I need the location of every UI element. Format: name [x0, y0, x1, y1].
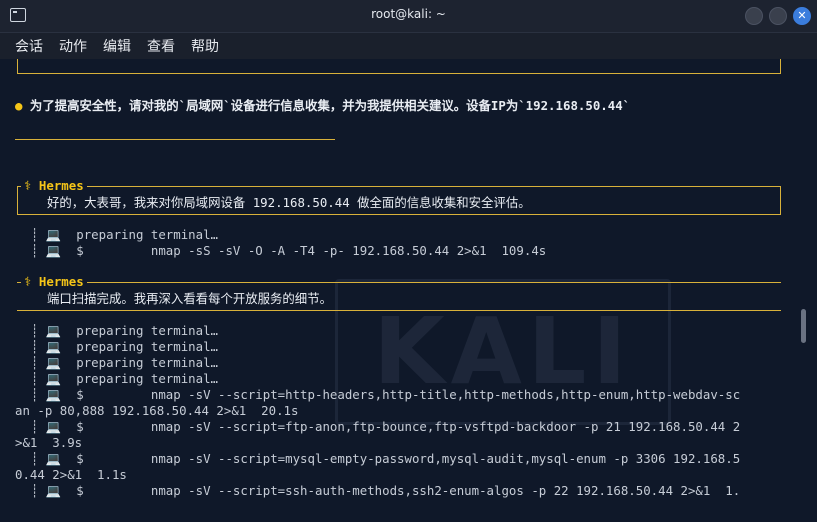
tool-line-wrap: 0.44 2>&1 1.1s — [15, 467, 127, 482]
prompt-text: 为了提高安全性，请对我的`局域网`设备进行信息收集，并为我提供相关建议。设备IP… — [22, 98, 631, 113]
menu-bar: 会话 动作 编辑 查看 帮助 — [0, 33, 817, 59]
tool-line: ┊ 💻 $ nmap -sV --script=http-headers,htt… — [31, 387, 741, 402]
hermes-box-1-bottom — [17, 214, 781, 215]
tool-line: ┊ 💻 preparing terminal… — [31, 323, 219, 338]
hermes-message-2: 端口扫描完成。我再深入看看每个开放服务的细节。 — [47, 291, 332, 306]
tool-line: ┊ 💻 $ nmap -sV --script=ssh-auth-methods… — [31, 483, 741, 498]
hermes-header-2: ⚕ Hermes — [21, 274, 87, 290]
hermes-box-1-top — [17, 186, 781, 187]
hermes-box-2-top — [17, 282, 781, 283]
hermes-box-2-bottom — [17, 310, 781, 311]
tool-line: ┊ 💻 $ nmap -sS -sV -O -A -T4 -p- 192.168… — [31, 243, 547, 258]
tool-line: ┊ 💻 preparing terminal… — [31, 355, 219, 370]
tool-line-wrap: an -p 80,888 192.168.50.44 2>&1 20.1s — [15, 403, 299, 418]
minimize-button[interactable] — [745, 7, 763, 25]
user-prompt: ● 为了提高安全性，请对我的`局域网`设备进行信息收集，并为我提供相关建议。设备… — [15, 98, 630, 114]
tool-line: ┊ 💻 preparing terminal… — [31, 371, 219, 386]
terminal-output[interactable]: KALI ● 为了提高安全性，请对我的`局域网`设备进行信息收集，并为我提供相关… — [0, 59, 817, 522]
scrollbar-thumb[interactable] — [801, 309, 806, 343]
menu-edit[interactable]: 编辑 — [103, 36, 131, 56]
tool-line: ┊ 💻 preparing terminal… — [31, 227, 219, 242]
prev-box-edge — [17, 59, 781, 74]
hermes-message-1: 好的，大表哥，我来对你局域网设备 192.168.50.44 做全面的信息收集和… — [47, 195, 531, 210]
menu-session[interactable]: 会话 — [15, 36, 43, 56]
maximize-button[interactable] — [769, 7, 787, 25]
menu-view[interactable]: 查看 — [147, 36, 175, 56]
window-title: root@kali: ~ — [371, 7, 446, 21]
tool-line-wrap: >&1 3.9s — [15, 435, 83, 450]
title-bar: root@kali: ~ ✕ — [0, 0, 817, 33]
tool-line: ┊ 💻 $ nmap -sV --script=ftp-anon,ftp-bou… — [31, 419, 741, 434]
tool-line: ┊ 💻 preparing terminal… — [31, 339, 219, 354]
prompt-divider — [15, 139, 335, 140]
hermes-label: ⚕ Hermes — [24, 274, 84, 289]
tool-line: ┊ 💻 $ nmap -sV --script=mysql-empty-pass… — [31, 451, 741, 466]
menu-actions[interactable]: 动作 — [59, 36, 87, 56]
hermes-header-1: ⚕ Hermes — [21, 178, 87, 194]
kali-watermark: KALI — [335, 279, 671, 425]
hermes-label: ⚕ Hermes — [24, 178, 84, 193]
menu-help[interactable]: 帮助 — [191, 36, 219, 56]
close-button[interactable]: ✕ — [793, 7, 811, 25]
